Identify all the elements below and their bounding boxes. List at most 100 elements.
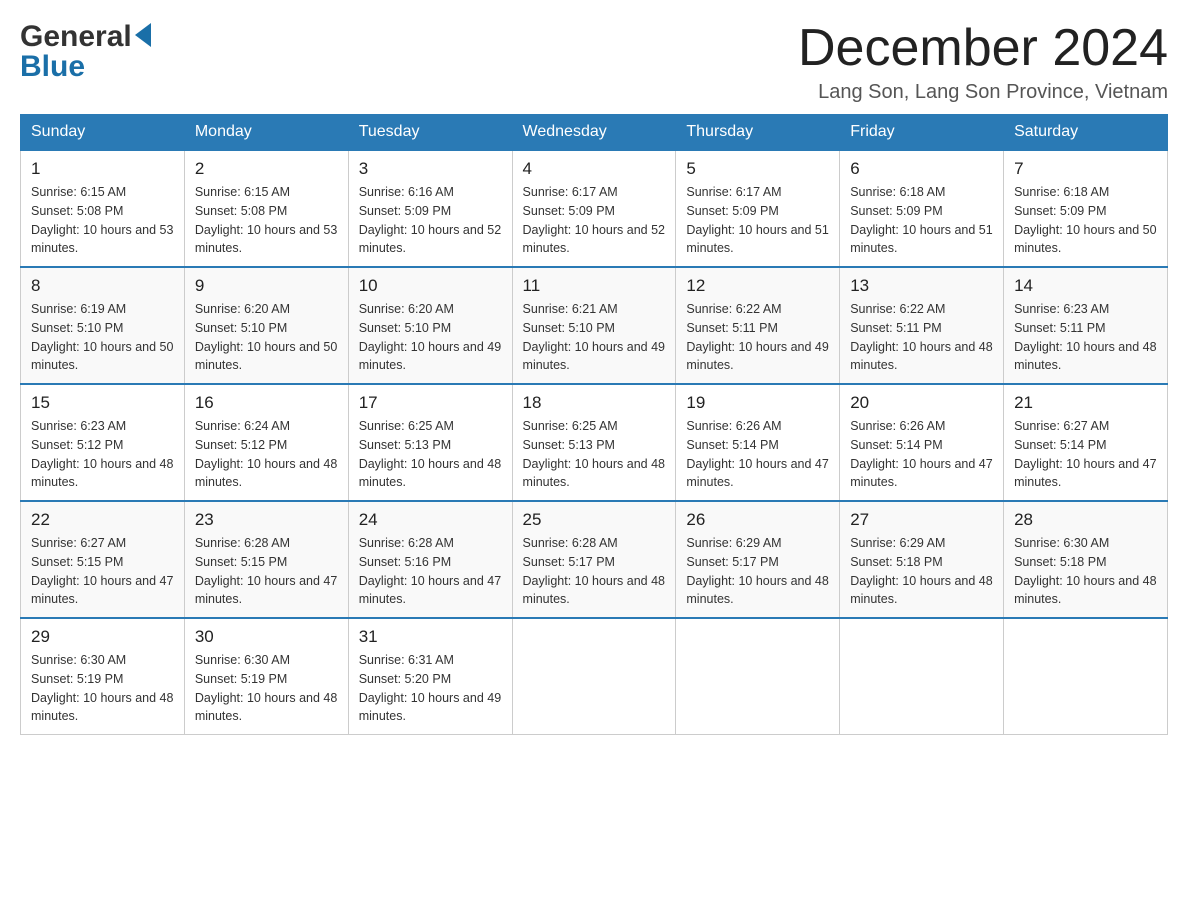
day-info: Sunrise: 6:23 AMSunset: 5:12 PMDaylight:… — [31, 417, 174, 492]
day-info: Sunrise: 6:22 AMSunset: 5:11 PMDaylight:… — [850, 300, 993, 375]
day-cell-empty — [512, 618, 676, 735]
day-cell-6: 6 Sunrise: 6:18 AMSunset: 5:09 PMDayligh… — [840, 150, 1004, 267]
day-number: 30 — [195, 627, 338, 647]
day-info: Sunrise: 6:18 AMSunset: 5:09 PMDaylight:… — [1014, 183, 1157, 258]
day-cell-14: 14 Sunrise: 6:23 AMSunset: 5:11 PMDaylig… — [1004, 267, 1168, 384]
day-cell-7: 7 Sunrise: 6:18 AMSunset: 5:09 PMDayligh… — [1004, 150, 1168, 267]
day-cell-4: 4 Sunrise: 6:17 AMSunset: 5:09 PMDayligh… — [512, 150, 676, 267]
day-cell-17: 17 Sunrise: 6:25 AMSunset: 5:13 PMDaylig… — [348, 384, 512, 501]
day-cell-26: 26 Sunrise: 6:29 AMSunset: 5:17 PMDaylig… — [676, 501, 840, 618]
day-cell-23: 23 Sunrise: 6:28 AMSunset: 5:15 PMDaylig… — [184, 501, 348, 618]
day-info: Sunrise: 6:21 AMSunset: 5:10 PMDaylight:… — [523, 300, 666, 375]
day-cell-11: 11 Sunrise: 6:21 AMSunset: 5:10 PMDaylig… — [512, 267, 676, 384]
day-cell-1: 1 Sunrise: 6:15 AMSunset: 5:08 PMDayligh… — [21, 150, 185, 267]
week-row-2: 8 Sunrise: 6:19 AMSunset: 5:10 PMDayligh… — [21, 267, 1168, 384]
day-number: 4 — [523, 159, 666, 179]
col-friday: Friday — [840, 115, 1004, 151]
day-cell-empty — [1004, 618, 1168, 735]
day-cell-28: 28 Sunrise: 6:30 AMSunset: 5:18 PMDaylig… — [1004, 501, 1168, 618]
day-cell-12: 12 Sunrise: 6:22 AMSunset: 5:11 PMDaylig… — [676, 267, 840, 384]
week-row-1: 1 Sunrise: 6:15 AMSunset: 5:08 PMDayligh… — [21, 150, 1168, 267]
day-cell-9: 9 Sunrise: 6:20 AMSunset: 5:10 PMDayligh… — [184, 267, 348, 384]
title-section: December 2024 Lang Son, Lang Son Provinc… — [798, 20, 1168, 104]
calendar-table: Sunday Monday Tuesday Wednesday Thursday… — [20, 114, 1168, 735]
day-number: 15 — [31, 393, 174, 413]
day-info: Sunrise: 6:30 AMSunset: 5:19 PMDaylight:… — [31, 651, 174, 726]
col-saturday: Saturday — [1004, 115, 1168, 151]
day-info: Sunrise: 6:24 AMSunset: 5:12 PMDaylight:… — [195, 417, 338, 492]
day-number: 22 — [31, 510, 174, 530]
week-row-5: 29 Sunrise: 6:30 AMSunset: 5:19 PMDaylig… — [21, 618, 1168, 735]
day-info: Sunrise: 6:26 AMSunset: 5:14 PMDaylight:… — [686, 417, 829, 492]
day-number: 24 — [359, 510, 502, 530]
logo-general-text2: General — [20, 20, 132, 54]
month-title: December 2024 — [798, 20, 1168, 77]
day-number: 14 — [1014, 276, 1157, 296]
day-number: 21 — [1014, 393, 1157, 413]
day-info: Sunrise: 6:20 AMSunset: 5:10 PMDaylight:… — [195, 300, 338, 375]
day-info: Sunrise: 6:29 AMSunset: 5:17 PMDaylight:… — [686, 534, 829, 609]
day-number: 2 — [195, 159, 338, 179]
day-number: 17 — [359, 393, 502, 413]
day-number: 26 — [686, 510, 829, 530]
day-info: Sunrise: 6:15 AMSunset: 5:08 PMDaylight:… — [195, 183, 338, 258]
col-monday: Monday — [184, 115, 348, 151]
day-info: Sunrise: 6:19 AMSunset: 5:10 PMDaylight:… — [31, 300, 174, 375]
logo-blue-word: Blue — [20, 50, 85, 84]
day-cell-16: 16 Sunrise: 6:24 AMSunset: 5:12 PMDaylig… — [184, 384, 348, 501]
day-number: 1 — [31, 159, 174, 179]
day-cell-10: 10 Sunrise: 6:20 AMSunset: 5:10 PMDaylig… — [348, 267, 512, 384]
page-header: General Blue December 2024 Lang Son, Lan… — [20, 20, 1168, 104]
day-cell-empty — [840, 618, 1004, 735]
day-number: 11 — [523, 276, 666, 296]
day-cell-3: 3 Sunrise: 6:16 AMSunset: 5:09 PMDayligh… — [348, 150, 512, 267]
day-info: Sunrise: 6:26 AMSunset: 5:14 PMDaylight:… — [850, 417, 993, 492]
day-number: 27 — [850, 510, 993, 530]
day-number: 13 — [850, 276, 993, 296]
day-number: 28 — [1014, 510, 1157, 530]
day-number: 23 — [195, 510, 338, 530]
day-number: 8 — [31, 276, 174, 296]
day-number: 5 — [686, 159, 829, 179]
day-info: Sunrise: 6:20 AMSunset: 5:10 PMDaylight:… — [359, 300, 502, 375]
day-info: Sunrise: 6:23 AMSunset: 5:11 PMDaylight:… — [1014, 300, 1157, 375]
day-cell-5: 5 Sunrise: 6:17 AMSunset: 5:09 PMDayligh… — [676, 150, 840, 267]
day-cell-25: 25 Sunrise: 6:28 AMSunset: 5:17 PMDaylig… — [512, 501, 676, 618]
day-info: Sunrise: 6:15 AMSunset: 5:08 PMDaylight:… — [31, 183, 174, 258]
day-cell-30: 30 Sunrise: 6:30 AMSunset: 5:19 PMDaylig… — [184, 618, 348, 735]
logo-arrow — [135, 23, 151, 52]
day-info: Sunrise: 6:30 AMSunset: 5:19 PMDaylight:… — [195, 651, 338, 726]
week-row-3: 15 Sunrise: 6:23 AMSunset: 5:12 PMDaylig… — [21, 384, 1168, 501]
day-cell-24: 24 Sunrise: 6:28 AMSunset: 5:16 PMDaylig… — [348, 501, 512, 618]
day-cell-29: 29 Sunrise: 6:30 AMSunset: 5:19 PMDaylig… — [21, 618, 185, 735]
location-subtitle: Lang Son, Lang Son Province, Vietnam — [798, 81, 1168, 104]
day-number: 9 — [195, 276, 338, 296]
day-info: Sunrise: 6:27 AMSunset: 5:14 PMDaylight:… — [1014, 417, 1157, 492]
day-cell-21: 21 Sunrise: 6:27 AMSunset: 5:14 PMDaylig… — [1004, 384, 1168, 501]
day-number: 7 — [1014, 159, 1157, 179]
day-number: 29 — [31, 627, 174, 647]
day-number: 10 — [359, 276, 502, 296]
day-cell-18: 18 Sunrise: 6:25 AMSunset: 5:13 PMDaylig… — [512, 384, 676, 501]
day-cell-empty — [676, 618, 840, 735]
day-cell-2: 2 Sunrise: 6:15 AMSunset: 5:08 PMDayligh… — [184, 150, 348, 267]
calendar-header-row: Sunday Monday Tuesday Wednesday Thursday… — [21, 115, 1168, 151]
day-info: Sunrise: 6:28 AMSunset: 5:17 PMDaylight:… — [523, 534, 666, 609]
logo: General Blue — [20, 20, 151, 84]
day-info: Sunrise: 6:27 AMSunset: 5:15 PMDaylight:… — [31, 534, 174, 609]
day-info: Sunrise: 6:17 AMSunset: 5:09 PMDaylight:… — [686, 183, 829, 258]
day-info: Sunrise: 6:18 AMSunset: 5:09 PMDaylight:… — [850, 183, 993, 258]
day-info: Sunrise: 6:31 AMSunset: 5:20 PMDaylight:… — [359, 651, 502, 726]
day-info: Sunrise: 6:16 AMSunset: 5:09 PMDaylight:… — [359, 183, 502, 258]
day-number: 20 — [850, 393, 993, 413]
day-cell-31: 31 Sunrise: 6:31 AMSunset: 5:20 PMDaylig… — [348, 618, 512, 735]
day-number: 6 — [850, 159, 993, 179]
day-number: 3 — [359, 159, 502, 179]
day-number: 16 — [195, 393, 338, 413]
day-number: 18 — [523, 393, 666, 413]
week-row-4: 22 Sunrise: 6:27 AMSunset: 5:15 PMDaylig… — [21, 501, 1168, 618]
day-cell-20: 20 Sunrise: 6:26 AMSunset: 5:14 PMDaylig… — [840, 384, 1004, 501]
day-cell-13: 13 Sunrise: 6:22 AMSunset: 5:11 PMDaylig… — [840, 267, 1004, 384]
day-info: Sunrise: 6:28 AMSunset: 5:15 PMDaylight:… — [195, 534, 338, 609]
day-info: Sunrise: 6:25 AMSunset: 5:13 PMDaylight:… — [359, 417, 502, 492]
